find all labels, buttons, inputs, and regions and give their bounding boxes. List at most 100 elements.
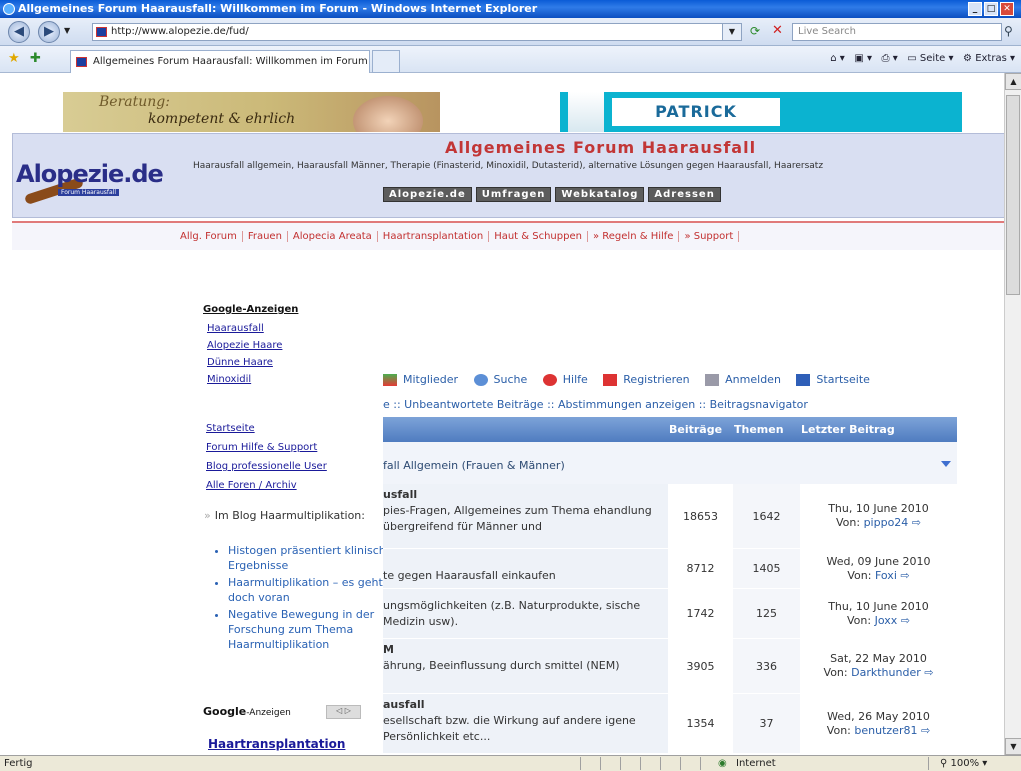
forum-title-link[interactable]: M xyxy=(383,642,668,658)
table-header: Beiträge Themen Letzter Beitrag xyxy=(383,417,957,442)
side-link-startseite[interactable]: Startseite xyxy=(206,419,327,438)
print-icon[interactable]: ⎙ ▾ xyxy=(882,53,898,64)
google-ads-heading[interactable]: Google-Anzeigen xyxy=(203,304,383,315)
address-dropdown-button[interactable]: ▼ xyxy=(722,23,742,41)
blog-item[interactable]: Haarmultiplikation – es geht doch voran xyxy=(228,575,394,605)
last-post: Thu, 10 June 2010 Von: pippo24 ⇨ xyxy=(800,484,957,548)
logo-subtitle: Forum Haarausfall xyxy=(58,189,119,196)
last-post-user[interactable]: Foxi xyxy=(875,569,897,582)
zoom-control[interactable]: ⚲ 100% ▾ xyxy=(940,756,987,771)
scroll-up-icon[interactable]: ▲ xyxy=(1005,73,1021,90)
category-title[interactable]: fall Allgemein (Frauen & Männer) xyxy=(383,459,565,472)
ad-link[interactable]: Haarausfall xyxy=(207,320,383,337)
stop-icon[interactable]: ✕ xyxy=(772,23,783,38)
ad-banner-left[interactable]: Beratung: kompetent & ehrlich xyxy=(63,92,440,132)
goto-post-icon[interactable]: ⇨ xyxy=(924,666,933,679)
category-support[interactable]: » Support xyxy=(679,231,740,242)
address-input[interactable]: http://www.alopezie.de/fud/ xyxy=(92,23,742,41)
table-row[interactable]: ungsmöglichkeiten (z.B. Naturprodukte, s… xyxy=(383,589,957,639)
forum-subtitle: Haarausfall allgemein, Haarausfall Männe… xyxy=(193,161,824,171)
side-link-archiv[interactable]: Alle Foren / Archiv xyxy=(206,476,327,495)
ad-nav-arrows[interactable]: ◁ ▷ xyxy=(326,705,361,719)
favorites-star-icon[interactable]: ★ xyxy=(8,51,20,66)
goto-post-icon[interactable]: ⇨ xyxy=(912,516,921,529)
address-text: http://www.alopezie.de/fud/ xyxy=(111,26,249,37)
nav-umfragen[interactable]: Umfragen xyxy=(475,187,552,202)
category-haut-schuppen[interactable]: Haut & Schuppen xyxy=(489,231,588,242)
table-row[interactable]: usfall pies-Fragen, Allgemeines zum Thema… xyxy=(383,484,957,549)
goto-post-icon[interactable]: ⇨ xyxy=(901,614,910,627)
ad-link[interactable]: Alopezie Haare xyxy=(207,337,383,354)
category-alopecia-areata[interactable]: Alopecia Areata xyxy=(287,231,378,242)
add-favorites-icon[interactable]: ✚ xyxy=(30,51,41,66)
history-dropdown-icon[interactable]: ▼ xyxy=(64,26,70,35)
feeds-icon[interactable]: ▣ ▾ xyxy=(854,53,872,64)
google-ad-box: Google-Anzeigen ◁ ▷ Haartransplantation xyxy=(203,705,361,755)
category-haartransplantation[interactable]: Haartransplantation xyxy=(377,231,490,242)
login-icon xyxy=(705,374,720,386)
maximize-button[interactable]: □ xyxy=(984,2,998,16)
table-row[interactable]: Mährung, Beeinflussung durch smittel (NE… xyxy=(383,639,957,694)
home-link[interactable]: Startseite xyxy=(796,373,876,386)
forum-toolbar: Mitglieder Suche Hilfe Registrieren Anme… xyxy=(383,373,963,386)
table-row[interactable]: ausfall esellschaft bzw. die Wirkung auf … xyxy=(383,694,957,754)
tools-menu[interactable]: ⚙ Extras ▾ xyxy=(963,53,1015,64)
home-icon[interactable]: ⌂ ▾ xyxy=(830,53,845,64)
nav-webkatalog[interactable]: Webkatalog xyxy=(555,187,645,202)
side-link-blog[interactable]: Blog professionelle User xyxy=(206,457,327,476)
globe-icon: ◉ xyxy=(718,758,727,769)
scroll-thumb[interactable] xyxy=(1006,95,1020,295)
minimize-button[interactable]: _ xyxy=(968,2,982,16)
post-count: 3905 xyxy=(668,639,733,693)
members-link[interactable]: Mitglieder xyxy=(383,373,464,386)
vertical-scrollbar[interactable]: ▲ ▼ xyxy=(1004,73,1021,755)
side-link-hilfe[interactable]: Forum Hilfe & Support xyxy=(206,438,327,457)
category-allg-forum[interactable]: Allg. Forum xyxy=(175,231,243,242)
scroll-down-icon[interactable]: ▼ xyxy=(1005,738,1021,755)
help-icon xyxy=(542,374,557,386)
last-post-date: Sat, 22 May 2010 xyxy=(830,652,927,665)
goto-post-icon[interactable]: ⇨ xyxy=(900,569,909,582)
logo-text: Alopezie.de xyxy=(16,160,164,188)
category-regeln-hilfe[interactable]: » Regeln & Hilfe xyxy=(587,231,680,242)
collapse-icon[interactable] xyxy=(941,461,951,467)
refresh-icon[interactable]: ⟳ xyxy=(750,24,760,38)
tab-active[interactable]: Allgemeines Forum Haarausfall: Willkomme… xyxy=(70,50,370,73)
ad-link[interactable]: Minoxidil xyxy=(207,371,383,388)
register-link[interactable]: Registrieren xyxy=(603,373,695,386)
forum-desc: pies-Fragen, Allgemeines zum Thema ehand… xyxy=(383,504,652,533)
category-row: fall Allgemein (Frauen & Männer) xyxy=(383,442,957,484)
topic-count: 37 xyxy=(733,694,800,753)
nav-adressen[interactable]: Adressen xyxy=(648,187,721,202)
search-input[interactable]: Live Search xyxy=(792,23,1002,41)
last-post-user[interactable]: benutzer81 xyxy=(854,724,917,737)
search-icon[interactable]: ⚲ xyxy=(1004,24,1013,38)
close-button[interactable]: ✕ xyxy=(1000,2,1014,16)
category-frauen[interactable]: Frauen xyxy=(242,231,288,242)
table-row[interactable]: te gegen Haarausfall einkaufen 8712 1405… xyxy=(383,549,957,589)
ad-banner-right[interactable]: PATRICK MWAMBA xyxy=(560,92,962,132)
google-ad-link[interactable]: Haartransplantation xyxy=(208,737,345,751)
last-post-user[interactable]: Joxx xyxy=(875,614,898,627)
forum-title-link[interactable]: ausfall xyxy=(383,697,668,713)
search-icon xyxy=(473,374,488,386)
blog-item[interactable]: Histogen präsentiert klinische Ergebniss… xyxy=(228,543,394,573)
nav-alopezie[interactable]: Alopezie.de xyxy=(383,187,472,202)
forward-button[interactable]: ▶ xyxy=(38,21,60,43)
last-post-user[interactable]: Darkthunder xyxy=(851,666,921,679)
site-logo[interactable]: Alopezie.de Forum Haarausfall xyxy=(16,152,164,206)
goto-post-icon[interactable]: ⇨ xyxy=(921,724,930,737)
login-link[interactable]: Anmelden xyxy=(705,373,787,386)
new-tab-button[interactable] xyxy=(372,50,400,73)
ad-link[interactable]: Dünne Haare xyxy=(207,354,383,371)
forum-sublinks[interactable]: e :: Unbeantwortete Beiträge :: Abstimmu… xyxy=(383,398,808,411)
blog-item[interactable]: Negative Bewegung in der Forschung zum T… xyxy=(228,607,394,652)
forum-desc: te gegen Haarausfall einkaufen xyxy=(383,569,556,582)
back-button[interactable]: ◀ xyxy=(8,21,30,43)
page-menu[interactable]: ▭ Seite ▾ xyxy=(907,53,953,64)
forum-title-link[interactable]: usfall xyxy=(383,487,668,503)
help-link[interactable]: Hilfe xyxy=(542,373,594,386)
last-post-user[interactable]: pippo24 xyxy=(864,516,909,529)
command-bar: ⌂ ▾ ▣ ▾ ⎙ ▾ ▭ Seite ▾ ⚙ Extras ▾ xyxy=(830,53,1015,64)
search-link[interactable]: Suche xyxy=(473,373,534,386)
